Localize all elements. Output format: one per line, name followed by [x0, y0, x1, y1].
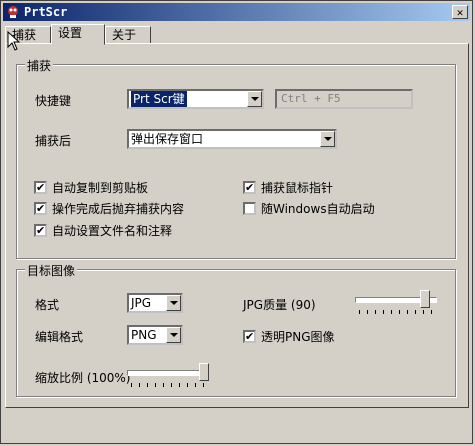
chevron-down-icon[interactable]	[247, 91, 262, 107]
autostart-checkbox[interactable]: 随Windows自动启动	[243, 200, 375, 217]
transparent-png-checkbox[interactable]: ✔ 透明PNG图像	[243, 328, 335, 345]
hotkey-label: 快捷键	[35, 94, 72, 108]
close-button[interactable]: ✕	[452, 5, 468, 19]
target-image-group: 目标图像 格式 JPG JPG质量 (90) 编辑格式 PNG ✔ 透明PNG图…	[16, 262, 456, 397]
capture-group-title: 捕获	[25, 57, 54, 74]
capture-group: 捕获 快捷键 Prt Scr键 Ctrl + F5 捕获后 弹出保存窗口 ✔ 自…	[16, 57, 456, 259]
edit-format-label: 编辑格式	[35, 330, 84, 344]
hotkey-select[interactable]: Prt Scr键	[127, 89, 264, 109]
slider-ticks	[131, 383, 205, 387]
mouse-cursor-icon	[7, 31, 21, 51]
after-capture-label: 捕获后	[35, 134, 72, 148]
format-label: 格式	[35, 298, 60, 312]
title-bar[interactable]: PrtScr ✕	[3, 3, 470, 21]
chevron-down-icon[interactable]	[166, 327, 181, 343]
target-image-group-title: 目标图像	[25, 262, 78, 279]
scale-label: 缩放比例 (100%)	[35, 371, 131, 385]
slider-ticks	[359, 310, 433, 314]
hotkey-value: Prt Scr键	[131, 91, 187, 107]
edit-format-select[interactable]: PNG	[127, 325, 183, 345]
capture-cursor-checkbox[interactable]: ✔ 捕获鼠标指针	[243, 179, 333, 196]
scale-slider[interactable]	[127, 363, 209, 389]
discard-after-checkbox[interactable]: ✔ 操作完成后抛弃捕获内容	[34, 200, 184, 217]
auto-filename-checkbox[interactable]: ✔ 自动设置文件名和注释	[34, 222, 172, 239]
jpg-quality-slider[interactable]	[355, 290, 437, 316]
edit-format-value: PNG	[131, 328, 157, 342]
chevron-down-icon[interactable]	[320, 131, 335, 147]
slider-track	[127, 370, 209, 376]
checkbox-box[interactable]	[243, 202, 256, 215]
chevron-down-icon[interactable]	[166, 295, 181, 311]
settings-panel: 捕获 快捷键 Prt Scr键 Ctrl + F5 捕获后 弹出保存窗口 ✔ 自…	[5, 43, 469, 408]
tab-settings[interactable]: 设置	[51, 24, 105, 45]
app-icon	[8, 6, 18, 18]
tab-about[interactable]: 关于	[105, 26, 151, 44]
checkbox-box[interactable]: ✔	[243, 330, 256, 343]
slider-thumb[interactable]	[420, 290, 430, 308]
format-value: JPG	[131, 296, 152, 310]
window-title: PrtScr	[24, 5, 68, 19]
format-select[interactable]: JPG	[127, 293, 183, 313]
after-capture-select[interactable]: 弹出保存窗口	[127, 129, 337, 149]
checkbox-box[interactable]: ✔	[34, 224, 47, 237]
auto-copy-checkbox[interactable]: ✔ 自动复制到剪贴板	[34, 179, 148, 196]
checkbox-box[interactable]: ✔	[243, 181, 256, 194]
hotkey-alt-field[interactable]: Ctrl + F5	[275, 89, 413, 109]
checkbox-box[interactable]: ✔	[34, 202, 47, 215]
jpg-quality-label: JPG质量 (90)	[243, 298, 316, 312]
close-icon: ✕	[456, 6, 464, 19]
slider-thumb[interactable]	[199, 363, 209, 381]
prtscr-window: PrtScr ✕ 捕获 设置 关于 捕获 快捷键 Prt Scr键 Ctrl +…	[0, 0, 473, 444]
checkbox-box[interactable]: ✔	[34, 181, 47, 194]
after-capture-value: 弹出保存窗口	[131, 132, 204, 146]
